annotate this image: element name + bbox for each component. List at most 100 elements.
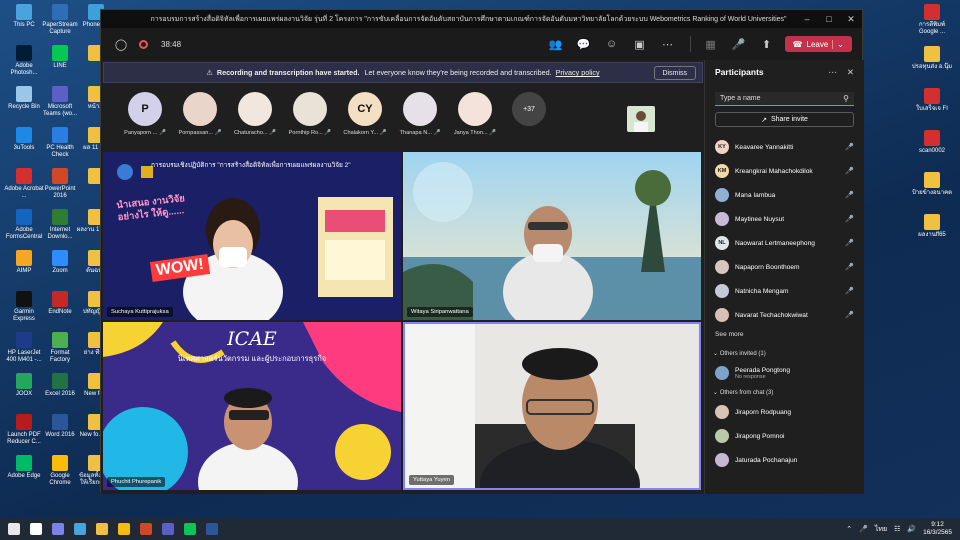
- participant-row[interactable]: Jaturada Pochanajun: [705, 448, 864, 472]
- taskbar-app-button[interactable]: [180, 519, 200, 539]
- chevron-up-icon[interactable]: ⌃: [846, 525, 852, 533]
- gallery-participant[interactable]: Janya Thon... 🎤: [453, 92, 497, 142]
- privacy-policy-link[interactable]: Privacy policy: [556, 68, 600, 77]
- desktop-shortcut[interactable]: Zoom: [40, 250, 80, 275]
- video-tile-suchaya[interactable]: การอบรมเชิงปฏิบัติการ "การสร้างสื่อดิจิท…: [103, 152, 401, 320]
- taskbar-app-button[interactable]: [92, 519, 112, 539]
- desktop-shortcut[interactable]: Google Chrome: [40, 455, 80, 487]
- desktop-shortcut[interactable]: 3uTools: [4, 127, 44, 152]
- participant-row[interactable]: Mana Iambua 🎤: [705, 183, 864, 207]
- desktop-shortcut[interactable]: Adobe FormsCentral: [4, 209, 44, 241]
- participant-row[interactable]: KM Kreangkrai Mahachokdilok 🎤: [705, 159, 864, 183]
- desktop-shortcut[interactable]: AIMP: [4, 250, 44, 275]
- desktop-shortcut[interactable]: Garmin Express: [4, 291, 44, 323]
- reactions-icon[interactable]: ☺: [602, 34, 622, 54]
- video-tile-yuttaya[interactable]: Yuttaya Yuyen: [403, 322, 701, 490]
- participant-row[interactable]: Jiraporn Rodpuang: [705, 400, 864, 424]
- participant-row[interactable]: Jirapong Pomnoi: [705, 424, 864, 448]
- more-options-icon[interactable]: ⋯: [658, 34, 678, 54]
- desktop-shortcut[interactable]: PC Health Check: [40, 127, 80, 159]
- more-options-icon[interactable]: ⋯: [828, 67, 837, 78]
- participants-icon[interactable]: 👥: [546, 34, 566, 54]
- participant-row[interactable]: Maytinee Nuysut 🎤: [705, 207, 864, 231]
- taskbar-app-button[interactable]: [158, 519, 178, 539]
- desktop-shortcut[interactable]: Word 2016: [40, 414, 80, 439]
- close-button[interactable]: ✕: [840, 14, 862, 25]
- gallery-participant[interactable]: Chaturacho... 🎤: [233, 92, 277, 142]
- desktop-shortcut[interactable]: PaperStream Capture: [40, 4, 80, 36]
- self-view[interactable]: [627, 106, 655, 132]
- desktop-shortcut[interactable]: Excel 2016: [40, 373, 80, 398]
- share-invite-button[interactable]: ↗ Share invite: [715, 112, 854, 127]
- app-icon: [52, 291, 68, 307]
- participant-row[interactable]: NL Naowarat Lertmaneephong 🎤: [705, 231, 864, 255]
- participant-row[interactable]: Napaporn Boonthoem 🎤: [705, 255, 864, 279]
- desktop-shortcut[interactable]: การตีพิมพ์ Google ...: [910, 4, 954, 36]
- desktop-shortcut[interactable]: LINE: [40, 45, 80, 70]
- desktop-shortcut[interactable]: ป้ายข้างอนาคต: [910, 172, 954, 197]
- chat-icon[interactable]: 💬: [574, 34, 594, 54]
- participant-row[interactable]: Navarat Techachokwiwat 🎤: [705, 303, 864, 327]
- desktop-shortcut[interactable]: ผลงานff65: [910, 214, 954, 239]
- video-tile-phuchit[interactable]: ICAE นิเทศศาสตร์นวัตกรรม และผู้ประกอบการ…: [103, 322, 401, 490]
- desktop-shortcut[interactable]: Adobe Acrobat ...: [4, 168, 44, 200]
- desktop-shortcut[interactable]: Adobe Photosh...: [4, 45, 44, 77]
- minimize-button[interactable]: –: [796, 14, 818, 25]
- more-participants-button[interactable]: +37: [512, 92, 546, 126]
- rooms-icon[interactable]: ▣: [630, 34, 650, 54]
- gallery-participant[interactable]: CY Chalakorn Y... 🎤: [343, 92, 387, 142]
- desktop-shortcut[interactable]: Adobe Edge: [4, 455, 44, 480]
- share-screen-icon[interactable]: ⬆: [757, 34, 777, 54]
- participant-name: Jirapong Pomnoi: [735, 432, 785, 440]
- taskbar-app-button[interactable]: [70, 519, 90, 539]
- taskbar-app-button[interactable]: [114, 519, 134, 539]
- close-icon[interactable]: ✕: [847, 67, 854, 78]
- gallery-participant[interactable]: Pornthip Ro... 🎤: [288, 92, 332, 142]
- chat-section-header[interactable]: ⌄ Others from chat (3): [705, 385, 864, 400]
- file-icon: [924, 130, 940, 146]
- participants-panel: Participants ⋯ ✕ Type a name ⚲ ↗ Share i…: [704, 60, 864, 494]
- start-button[interactable]: [4, 519, 24, 539]
- search-button[interactable]: [26, 519, 46, 539]
- taskbar-app-button[interactable]: [202, 519, 222, 539]
- dismiss-button[interactable]: Dismiss: [653, 66, 696, 80]
- desktop-shortcut[interactable]: ใบเสร็จเจ FI: [910, 88, 954, 113]
- desktop-shortcut[interactable]: scan0002: [910, 130, 954, 155]
- gallery-participant[interactable]: P Panyaporn ... 🎤: [123, 92, 167, 142]
- leave-button[interactable]: ☎ Leave ⌄: [784, 36, 852, 52]
- participant-row[interactable]: Peerada Pongtong No response: [705, 361, 864, 385]
- participant-row[interactable]: KY Keavaree Yannakitti 🎤: [705, 135, 864, 159]
- taskbar-app-button[interactable]: [48, 519, 68, 539]
- desktop-shortcut[interactable]: HP LaserJet 400 M401 -...: [4, 332, 44, 364]
- volume-icon[interactable]: 🔊: [907, 525, 916, 533]
- desktop-shortcut[interactable]: This PC: [4, 4, 44, 29]
- mic-off-icon[interactable]: 🎤: [729, 34, 749, 54]
- network-icon[interactable]: ☷: [894, 525, 900, 533]
- maximize-button[interactable]: □: [818, 14, 840, 25]
- participant-name-block: Navarat Techachokwiwat: [735, 312, 845, 319]
- shield-icon[interactable]: ◯: [111, 34, 131, 54]
- video-tile-witaya[interactable]: Witaya Siripanwattana: [403, 152, 701, 320]
- desktop-shortcut[interactable]: PowerPoint 2016: [40, 168, 80, 200]
- desktop-shortcut[interactable]: ปรอทุนส่ง อ.นุ๊ม: [910, 46, 954, 71]
- clock[interactable]: 9:12 16/3/2565: [923, 521, 952, 537]
- desktop-shortcut[interactable]: EndNote: [40, 291, 80, 316]
- desktop-shortcut[interactable]: Recycle Bin: [4, 86, 44, 111]
- camera-off-icon[interactable]: ▦: [701, 34, 721, 54]
- invited-header: Others invited (1): [719, 351, 766, 357]
- participant-row[interactable]: Natnicha Mengam 🎤: [705, 279, 864, 303]
- desktop-shortcut[interactable]: Format Factory: [40, 332, 80, 364]
- invited-section-header[interactable]: ⌄ Others invited (1): [705, 346, 864, 361]
- desktop-shortcut[interactable]: Microsoft Teams (wo...: [40, 86, 80, 118]
- taskbar-app-button[interactable]: [136, 519, 156, 539]
- chevron-down-icon[interactable]: ⌄: [832, 39, 844, 49]
- desktop-shortcut[interactable]: Launch PDF Reducer C...: [4, 414, 44, 446]
- gallery-participant[interactable]: Thanapa N... 🎤: [398, 92, 442, 142]
- gallery-participant[interactable]: Pornpassan... 🎤: [178, 92, 222, 142]
- participant-search-input[interactable]: Type a name ⚲: [715, 92, 854, 106]
- desktop-shortcut[interactable]: Internet Downlo...: [40, 209, 80, 241]
- mic-muted-tray-icon[interactable]: 🎤: [859, 525, 868, 533]
- language-indicator[interactable]: ไทย: [875, 524, 887, 535]
- desktop-shortcut[interactable]: JOOX: [4, 373, 44, 398]
- see-more-link[interactable]: See more: [705, 327, 864, 346]
